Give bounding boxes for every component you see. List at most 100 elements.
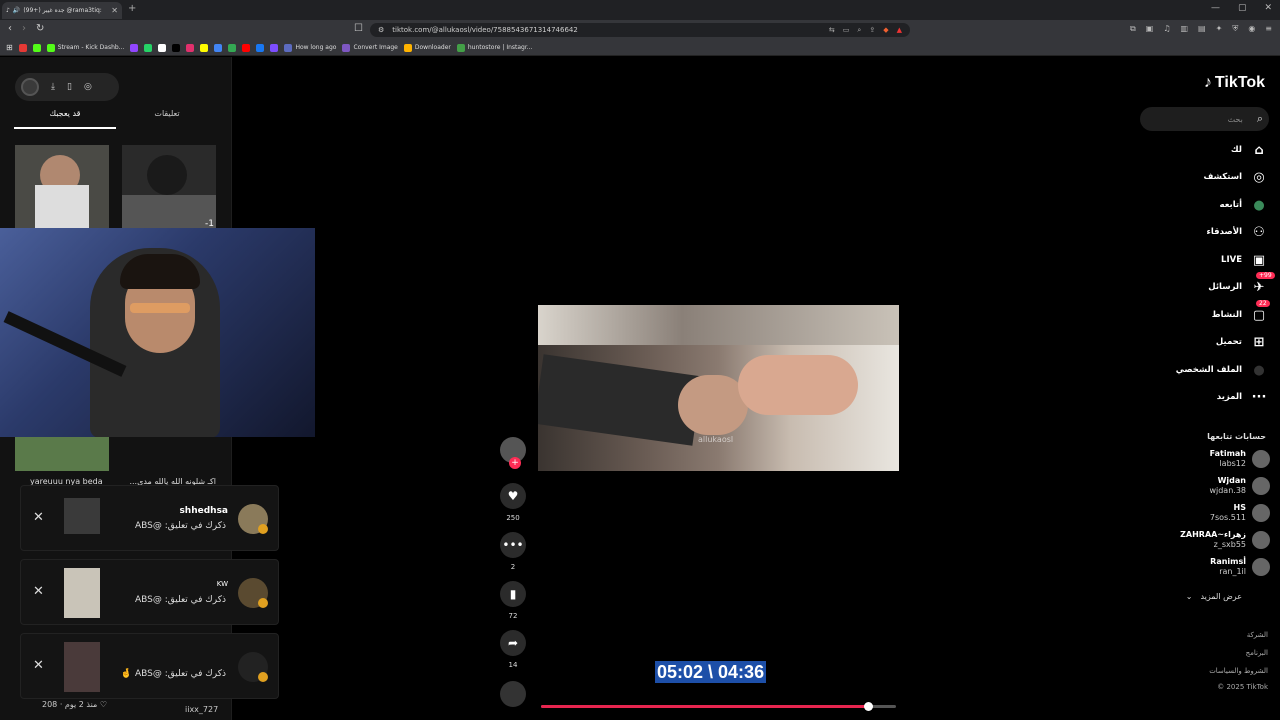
nav-item[interactable]: ● أتابعه	[1220, 196, 1268, 214]
nav-item[interactable]: ··· المزيد	[1217, 388, 1268, 406]
browser-tab[interactable]: ♪ 🔊 (99+) جده غيير @rama3tiq: ✕	[2, 2, 122, 19]
video-thumbnail[interactable]	[15, 437, 109, 471]
bookmark-item[interactable]	[130, 43, 139, 52]
creator-avatar[interactable]: +	[500, 437, 526, 469]
compass-icon[interactable]: ◎	[84, 82, 92, 92]
share-icon[interactable]: ⇪	[869, 26, 875, 35]
nav-label: تحميل	[1215, 337, 1242, 347]
bookmark-star-icon[interactable]: ☐	[354, 23, 363, 34]
video-thumbnail[interactable]	[15, 145, 109, 229]
nav-item[interactable]: ⊞ تحميل	[1216, 333, 1268, 351]
bookmark-item[interactable]	[242, 43, 251, 52]
translate-icon[interactable]: ⇆	[829, 26, 835, 35]
media-icon[interactable]: ♫	[1163, 24, 1170, 34]
close-window-icon[interactable]: ✕	[1264, 3, 1272, 13]
nav-item[interactable]: ▣ LIVE	[1221, 251, 1268, 269]
notification-card[interactable]: ✕ ذكرك في تعليق: @ABS 🤞	[20, 633, 279, 699]
nav-label: LIVE	[1221, 255, 1242, 265]
address-bar[interactable]: ⚙ tiktok.com/@allukaosl/video/7588543671…	[370, 23, 910, 37]
following-account[interactable]: Fatimah labs12	[1210, 449, 1270, 469]
close-notification-icon[interactable]: ✕	[33, 584, 44, 599]
save-button[interactable]: ▮	[500, 581, 526, 607]
comment-button[interactable]: •••	[500, 532, 526, 558]
bookmark-item[interactable]: Downloader	[403, 43, 451, 52]
tab-you-may-like[interactable]: قد يعجبك	[14, 109, 116, 129]
footer-link[interactable]: البرنامج	[1246, 649, 1268, 657]
video-thumbnail[interactable]: -1	[122, 145, 216, 229]
bookmark-item[interactable]	[18, 43, 27, 52]
extension-icon[interactable]: ⧉	[1130, 24, 1136, 34]
bookmark-item[interactable]	[144, 43, 153, 52]
bookmark-item[interactable]: Stream - Kick Dashb...	[46, 43, 124, 52]
maximize-icon[interactable]: ▢	[1238, 3, 1247, 13]
bookmark-item[interactable]	[256, 43, 265, 52]
following-account[interactable]: Ranimsأ ran_1il	[1210, 557, 1270, 577]
bookmark-item[interactable]	[172, 43, 181, 52]
see-more-button[interactable]: عرض المزيد ⌄	[1186, 592, 1242, 601]
bookmark-item[interactable]	[200, 43, 209, 52]
footer-link[interactable]: © 2025 TikTok	[1217, 683, 1268, 691]
site-info-icon[interactable]: ⚙	[378, 26, 384, 34]
bookmark-item[interactable]: How long ago	[284, 43, 336, 52]
close-notification-icon[interactable]: ✕	[33, 658, 44, 673]
bookmark-item[interactable]	[186, 43, 195, 52]
profile-icon[interactable]: ◉	[1248, 24, 1255, 34]
video-author[interactable]: iixx_727	[185, 705, 218, 714]
ai-icon[interactable]: ✦	[1216, 24, 1223, 34]
following-account[interactable]: Wjdan wjdan.38	[1209, 476, 1270, 496]
search-input[interactable]: بحث ⌕	[1140, 107, 1269, 131]
follow-plus-icon[interactable]: +	[509, 457, 521, 469]
account-name: Fatimah	[1209, 449, 1246, 458]
reload-icon[interactable]: ↻	[36, 23, 44, 34]
audio-icon[interactable]: 🔊	[13, 7, 20, 14]
close-notification-icon[interactable]: ✕	[33, 510, 44, 525]
music-disc-icon[interactable]	[500, 681, 526, 707]
nav-item[interactable]: ▢ 22 النشاط	[1212, 300, 1270, 324]
bookmark-item[interactable]	[32, 43, 41, 52]
new-tab-button[interactable]: +	[128, 3, 136, 14]
close-tab-icon[interactable]: ✕	[111, 6, 118, 15]
vpn-icon[interactable]: ⛨	[1232, 24, 1238, 34]
screenshot-icon[interactable]: ▣	[1146, 24, 1154, 34]
phone-icon[interactable]: ▯	[67, 82, 72, 92]
nav-item[interactable]: ⌂ لك	[1231, 141, 1268, 159]
following-account[interactable]: HS 7sos.511	[1210, 503, 1270, 523]
video-player[interactable]: allukaosl	[538, 305, 899, 471]
bookmark-item[interactable]	[214, 43, 223, 52]
back-icon[interactable]: ‹	[8, 23, 12, 34]
tiktok-logo[interactable]: ♪ TikTok	[1204, 74, 1265, 92]
video-progress-bar[interactable]	[541, 702, 896, 711]
like-button[interactable]: ♥	[500, 483, 526, 509]
search-icon[interactable]: ⌕	[1257, 112, 1263, 126]
footer-link[interactable]: الشروط والسياسات	[1209, 667, 1268, 675]
notification-card[interactable]: ✕ KW ذكرك في تعليق: @ABS	[20, 559, 279, 625]
share-button[interactable]: ➦	[500, 630, 526, 656]
cast-icon[interactable]: ▭	[843, 26, 850, 35]
apps-grid-icon[interactable]: ⊞	[6, 43, 13, 52]
minimize-icon[interactable]: —	[1211, 3, 1220, 13]
zoom-icon[interactable]: ⌕	[857, 26, 861, 35]
sidebar-icon[interactable]: ▥	[1180, 24, 1188, 34]
nav-item[interactable]: ⚇ الأصدقاء	[1207, 223, 1268, 241]
wallet-icon[interactable]: ▤	[1198, 24, 1206, 34]
bookmark-item[interactable]	[270, 43, 279, 52]
progress-knob[interactable]	[863, 702, 873, 711]
notification-user: shhedhsa	[179, 506, 228, 516]
alert-icon[interactable]: ▲	[897, 26, 902, 35]
bookmark-item[interactable]: huntostore | Instagr...	[456, 43, 533, 52]
following-account[interactable]: ZAHRAA~زهراء z_sxb55	[1180, 530, 1270, 550]
nav-item[interactable]: ● الملف الشخصي	[1176, 361, 1268, 379]
download-icon[interactable]: ⤓	[51, 82, 55, 92]
bookmark-item[interactable]: Convert Image	[342, 43, 398, 52]
nav-item[interactable]: ◎ استكشف	[1204, 168, 1268, 186]
bookmark-item[interactable]	[158, 43, 167, 52]
tab-comments[interactable]: تعليقات	[116, 109, 218, 129]
notification-card[interactable]: ✕ shhedhsa ذكرك في تعليق: @ABS	[20, 485, 279, 551]
bookmark-item[interactable]	[228, 43, 237, 52]
nav-item[interactable]: ✈ 99+ الرسائل	[1208, 272, 1275, 296]
menu-icon[interactable]: ≡	[1265, 24, 1272, 34]
forward-icon[interactable]: ›	[22, 23, 26, 34]
footer-link[interactable]: الشركة	[1247, 631, 1268, 639]
shield-icon[interactable]: ◆	[883, 26, 888, 35]
creator-avatar[interactable]	[21, 78, 39, 96]
